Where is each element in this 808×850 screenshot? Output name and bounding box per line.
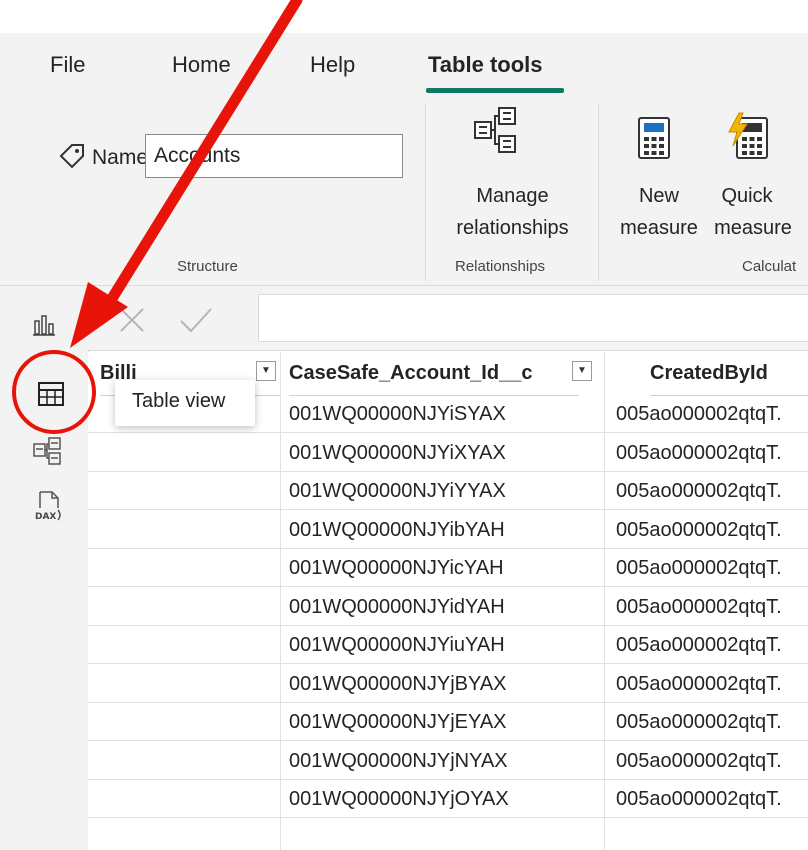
table-row[interactable]: 001WQ00000NJYidYAH 005ao000002qtqT. <box>88 589 808 626</box>
cell-createdbyid[interactable]: 005ao000002qtqT. <box>616 634 782 657</box>
table-row[interactable]: 001WQ00000NJYjOYAX 005ao000002qtqT. <box>88 781 808 818</box>
cell-createdbyid[interactable]: 005ao000002qtqT. <box>616 480 782 503</box>
cell-createdbyid[interactable]: 005ao000002qtqT. <box>616 442 782 465</box>
calculator-icon <box>637 116 671 165</box>
tab-table-tools[interactable]: Table tools <box>428 52 543 78</box>
column-header-label: CaseSafe_Account_Id__c <box>289 362 533 384</box>
cell-casesafe-account-id[interactable]: 001WQ00000NJYiSYAX <box>289 403 506 426</box>
manage-relationships-label: Manage <box>476 185 549 207</box>
quick-measure-icon <box>725 112 771 165</box>
filter-dropdown-icon[interactable]: ▼ <box>572 361 592 381</box>
cell-casesafe-account-id[interactable]: 001WQ00000NJYiuYAH <box>289 634 505 657</box>
table-row[interactable]: 001WQ00000NJYjEYAX 005ao000002qtqT. <box>88 704 808 741</box>
column-header-createdbyid[interactable]: CreatedById <box>650 352 808 396</box>
cell-createdbyid[interactable]: 005ao000002qtqT. <box>616 403 782 426</box>
cell-createdbyid[interactable]: 005ao000002qtqT. <box>616 788 782 811</box>
cell-casesafe-account-id[interactable]: 001WQ00000NJYjEYAX <box>289 711 507 734</box>
manage-relationships-label-line2: relationships <box>456 217 569 239</box>
cell-casesafe-account-id[interactable]: 001WQ00000NJYibYAH <box>289 519 505 542</box>
group-label-relationships: Relationships <box>455 258 546 275</box>
new-measure-button[interactable]: New measure <box>615 110 703 245</box>
table-row[interactable]: 001WQ00000NJYibYAH 005ao000002qtqT. <box>88 512 808 549</box>
column-header-casesafe-account-id[interactable]: CaseSafe_Account_Id__c <box>289 352 579 396</box>
group-divider <box>425 103 426 281</box>
cell-casesafe-account-id[interactable]: 001WQ00000NJYjOYAX <box>289 788 509 811</box>
manage-relationships-icon <box>473 105 519 160</box>
table-row[interactable]: 001WQ00000NJYiYYAX 005ao000002qtqT. <box>88 473 808 510</box>
group-label-structure: Structure <box>177 258 238 275</box>
name-label: Name <box>92 146 149 169</box>
table-view-tooltip: Table view <box>115 380 255 426</box>
table-row[interactable]: 001WQ00000NJYjBYAX 005ao000002qtqT. <box>88 666 808 703</box>
cell-createdbyid[interactable]: 005ao000002qtqT. <box>616 711 782 734</box>
quick-measure-button[interactable]: Quick measure <box>703 110 805 245</box>
name-field[interactable] <box>145 134 403 178</box>
ribbon-tabs <box>0 33 808 95</box>
manage-relationships-button[interactable]: Manage relationships <box>440 105 585 245</box>
quick-measure-label: Quick <box>721 185 773 207</box>
dax-query-view-icon[interactable]: DAX <box>34 490 64 527</box>
table-row[interactable]: 001WQ00000NJYiuYAH 005ao000002qtqT. <box>88 627 808 664</box>
tab-file[interactable]: File <box>50 52 85 78</box>
cancel-icon[interactable] <box>117 305 147 340</box>
cell-createdbyid[interactable]: 005ao000002qtqT. <box>616 557 782 580</box>
cell-casesafe-account-id[interactable]: 001WQ00000NJYidYAH <box>289 596 505 619</box>
group-divider <box>598 103 599 281</box>
model-view-icon[interactable] <box>32 436 62 471</box>
svg-text:DAX: DAX <box>35 512 56 522</box>
column-header-label: CreatedById <box>650 362 768 384</box>
cell-createdbyid[interactable]: 005ao000002qtqT. <box>616 596 782 619</box>
new-measure-label-line2: measure <box>620 217 698 239</box>
quick-measure-label-line2: measure <box>714 217 792 239</box>
title-bar <box>0 0 808 34</box>
cell-casesafe-account-id[interactable]: 001WQ00000NJYjBYAX <box>289 673 507 696</box>
filter-dropdown-icon[interactable]: ▼ <box>256 361 276 381</box>
tab-help[interactable]: Help <box>310 52 355 78</box>
cell-createdbyid[interactable]: 005ao000002qtqT. <box>616 750 782 773</box>
table-row[interactable]: 001WQ00000NJYiXYAX 005ao000002qtqT. <box>88 435 808 472</box>
cell-casesafe-account-id[interactable]: 001WQ00000NJYjNYAX <box>289 750 508 773</box>
cell-createdbyid[interactable]: 005ao000002qtqT. <box>616 519 782 542</box>
group-label-calculations: Calculat <box>742 258 797 275</box>
cell-casesafe-account-id[interactable]: 001WQ00000NJYicYAH <box>289 557 504 580</box>
cell-casesafe-account-id[interactable]: 001WQ00000NJYiYYAX <box>289 480 506 503</box>
report-view-icon[interactable] <box>31 311 57 342</box>
cell-createdbyid[interactable]: 005ao000002qtqT. <box>616 673 782 696</box>
table-row[interactable]: 001WQ00000NJYicYAH 005ao000002qtqT. <box>88 550 808 587</box>
cell-casesafe-account-id[interactable]: 001WQ00000NJYiXYAX <box>289 442 506 465</box>
annotation-circle <box>12 350 96 434</box>
formula-input[interactable] <box>258 294 808 342</box>
tab-home[interactable]: Home <box>172 52 231 78</box>
tag-icon <box>58 142 86 175</box>
active-tab-indicator <box>426 88 564 93</box>
commit-icon[interactable] <box>177 305 215 340</box>
new-measure-label: New <box>638 185 679 207</box>
table-row[interactable]: 001WQ00000NJYjNYAX 005ao000002qtqT. <box>88 743 808 780</box>
